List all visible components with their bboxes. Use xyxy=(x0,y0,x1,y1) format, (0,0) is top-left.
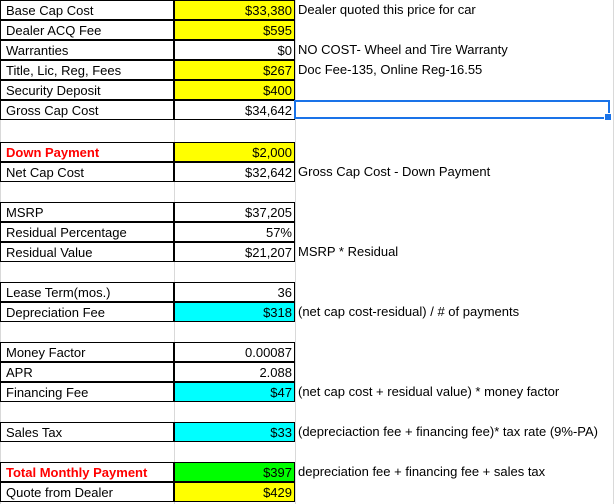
row-down-payment: Down Payment $2,000 xyxy=(0,142,614,162)
row-lease-term: Lease Term(mos.) 36 xyxy=(0,282,614,302)
cell-label[interactable]: APR xyxy=(0,362,174,382)
cell-value[interactable]: $34,642 xyxy=(174,100,295,120)
cell-label[interactable]: Lease Term(mos.) xyxy=(0,282,174,302)
cell-note[interactable]: (net cap cost + residual value) * money … xyxy=(295,382,614,402)
cell-value[interactable]: $397 xyxy=(174,462,295,482)
row-net-cap-cost: Net Cap Cost $32,642 Gross Cap Cost - Do… xyxy=(0,162,614,182)
cell-note[interactable] xyxy=(295,142,614,162)
cell-value[interactable]: $2,000 xyxy=(174,142,295,162)
cell-label[interactable]: Gross Cap Cost xyxy=(0,100,174,120)
row-financing-fee: Financing Fee $47 (net cap cost + residu… xyxy=(0,382,614,402)
cell-label[interactable]: Base Cap Cost xyxy=(0,0,174,20)
cell-note[interactable]: Doc Fee-135, Online Reg-16.55 xyxy=(295,60,614,80)
row-dealer-acq-fee: Dealer ACQ Fee $595 xyxy=(0,20,614,40)
cell-value[interactable]: $267 xyxy=(174,60,295,80)
cell-value[interactable]: 0.00087 xyxy=(174,342,295,362)
row-title-fees: Title, Lic, Reg, Fees $267 Doc Fee-135, … xyxy=(0,60,614,80)
fill-handle[interactable] xyxy=(604,113,612,121)
cell-label[interactable]: Residual Value xyxy=(0,242,174,262)
cell-label[interactable]: Residual Percentage xyxy=(0,222,174,242)
cell-note[interactable] xyxy=(295,342,614,362)
cell-note[interactable] xyxy=(295,20,614,40)
cell-label[interactable]: Dealer ACQ Fee xyxy=(0,20,174,40)
cell-value[interactable]: 2.088 xyxy=(174,362,295,382)
cell-value[interactable]: 57% xyxy=(174,222,295,242)
cell-note[interactable] xyxy=(295,222,614,242)
cell-note[interactable]: Gross Cap Cost - Down Payment xyxy=(295,162,614,182)
cell-label[interactable]: Security Deposit xyxy=(0,80,174,100)
row-residual-value: Residual Value $21,207 MSRP * Residual xyxy=(0,242,614,262)
cell-value[interactable]: $0 xyxy=(174,40,295,60)
cell-note[interactable]: depreciation fee + financing fee + sales… xyxy=(295,462,614,482)
cell-label[interactable]: Net Cap Cost xyxy=(0,162,174,182)
cell-note[interactable]: Dealer quoted this price for car xyxy=(295,0,614,20)
cell-note[interactable]: MSRP * Residual xyxy=(295,242,614,262)
cell-label[interactable]: Title, Lic, Reg, Fees xyxy=(0,60,174,80)
cell-note[interactable] xyxy=(295,80,614,100)
cell-label[interactable]: Total Monthly Payment xyxy=(0,462,174,482)
cell-value[interactable]: $33,380 xyxy=(174,0,295,20)
cell-note[interactable] xyxy=(295,202,614,222)
cell-value[interactable]: $400 xyxy=(174,80,295,100)
cell-label[interactable]: Money Factor xyxy=(0,342,174,362)
row-residual-percentage: Residual Percentage 57% xyxy=(0,222,614,242)
row-depreciation-fee: Depreciation Fee $318 (net cap cost-resi… xyxy=(0,302,614,322)
row-apr: APR 2.088 xyxy=(0,362,614,382)
row-warranties: Warranties $0 NO COST- Wheel and Tire Wa… xyxy=(0,40,614,60)
row-quote-from-dealer: Quote from Dealer $429 xyxy=(0,482,614,502)
cell-label[interactable]: Warranties xyxy=(0,40,174,60)
cell-value[interactable]: $37,205 xyxy=(174,202,295,222)
cell-label[interactable]: Depreciation Fee xyxy=(0,302,174,322)
cell-note[interactable] xyxy=(295,282,614,302)
row-money-factor: Money Factor 0.00087 xyxy=(0,342,614,362)
cell-note[interactable] xyxy=(295,362,614,382)
cell-label[interactable]: Down Payment xyxy=(0,142,174,162)
cell-note[interactable] xyxy=(295,482,614,502)
cell-value[interactable]: $595 xyxy=(174,20,295,40)
row-sales-tax: Sales Tax $33 (depreciaction fee + finan… xyxy=(0,422,614,442)
cell-note[interactable]: (net cap cost-residual) / # of payments xyxy=(295,302,614,322)
cell-note[interactable]: (depreciaction fee + financing fee)* tax… xyxy=(295,422,614,442)
cell-value[interactable]: $429 xyxy=(174,482,295,502)
cell-label[interactable]: Financing Fee xyxy=(0,382,174,402)
cell-note[interactable]: NO COST- Wheel and Tire Warranty xyxy=(295,40,614,60)
cell-label[interactable]: MSRP xyxy=(0,202,174,222)
cell-label[interactable]: Sales Tax xyxy=(0,422,174,442)
row-security-deposit: Security Deposit $400 xyxy=(0,80,614,100)
cell-label[interactable]: Quote from Dealer xyxy=(0,482,174,502)
row-msrp: MSRP $37,205 xyxy=(0,202,614,222)
cell-value[interactable]: $318 xyxy=(174,302,295,322)
active-cell-selection[interactable] xyxy=(294,100,612,121)
cell-value[interactable]: $21,207 xyxy=(174,242,295,262)
cell-value[interactable]: 36 xyxy=(174,282,295,302)
cell-value[interactable]: $33 xyxy=(174,422,295,442)
row-base-cap-cost: Base Cap Cost $33,380 Dealer quoted this… xyxy=(0,0,614,20)
cell-value[interactable]: $32,642 xyxy=(174,162,295,182)
row-total-monthly-payment: Total Monthly Payment $397 depreciation … xyxy=(0,462,614,482)
cell-value[interactable]: $47 xyxy=(174,382,295,402)
